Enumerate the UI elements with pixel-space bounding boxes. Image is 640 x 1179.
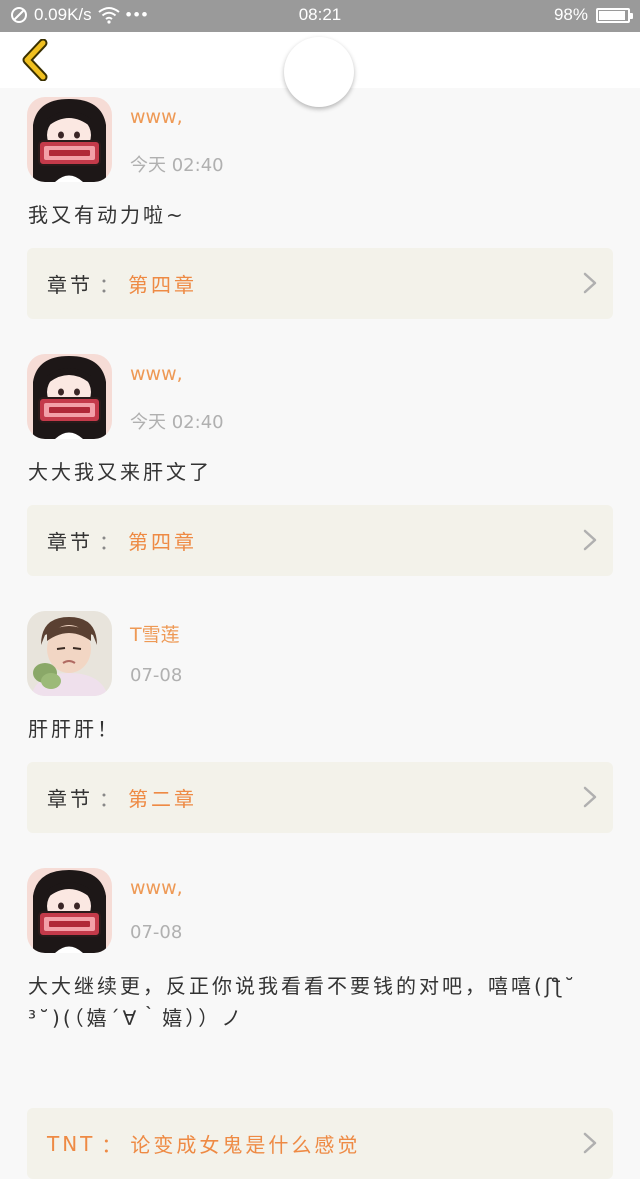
battery-icon bbox=[596, 7, 633, 23]
chapter-separator: ： bbox=[101, 1133, 125, 1157]
comment-time: 今天 02:40 bbox=[130, 412, 224, 433]
comment-item: www, 今天 02:40 大大我又来肝文了 章节 ： 第四章 bbox=[0, 345, 640, 602]
back-button[interactable] bbox=[14, 38, 54, 82]
chevron-right-icon bbox=[583, 1132, 597, 1154]
floating-circle-button[interactable] bbox=[284, 37, 354, 107]
chevron-right-icon bbox=[583, 786, 597, 808]
comment-text: 大大继续更，反正你说我看看不要钱的对吧，嘻嘻(ʃƪ˘ ³˘)(（嬉´∀｀嬉））ノ bbox=[28, 974, 578, 1030]
chapter-name: 第二章 bbox=[128, 787, 197, 811]
user-name[interactable]: T雪莲 bbox=[130, 620, 180, 647]
chapter-separator: ： bbox=[99, 530, 122, 554]
avatar[interactable] bbox=[27, 611, 112, 696]
comment-time: 今天 02:40 bbox=[130, 155, 224, 176]
avatar[interactable] bbox=[27, 868, 112, 953]
chapter-name: 论变成女鬼是什么感觉 bbox=[130, 1133, 361, 1157]
chapter-label: TNT bbox=[47, 1131, 96, 1156]
chapter-link[interactable]: TNT ： 论变成女鬼是什么感觉 bbox=[27, 1108, 613, 1179]
comment-item: T雪莲 07-08 肝肝肝！ 章节 ： 第二章 bbox=[0, 602, 640, 859]
chapter-label: 章节 bbox=[47, 787, 93, 811]
chapter-separator: ： bbox=[99, 787, 122, 811]
comment-time: 07-08 bbox=[130, 922, 183, 943]
comment-time: 07-08 bbox=[130, 665, 183, 686]
comment-item: www, 07-08 大大继续更，反正你说我看看不要钱的对吧，嘻嘻(ʃƪ˘ ³˘… bbox=[0, 859, 640, 1179]
battery-level bbox=[599, 10, 625, 20]
status-clock: 08:21 bbox=[298, 5, 342, 24]
battery-percent: 98% bbox=[553, 5, 588, 24]
avatar[interactable] bbox=[27, 354, 112, 439]
chapter-name: 第四章 bbox=[128, 530, 197, 554]
comment-text: 大大我又来肝文了 bbox=[28, 460, 212, 484]
nav-bar bbox=[0, 32, 640, 107]
user-name[interactable]: www, bbox=[130, 363, 183, 385]
chevron-left-icon bbox=[22, 39, 48, 81]
chapter-label: 章节 bbox=[47, 273, 93, 297]
comment-text: 我又有动力啦~ bbox=[28, 203, 186, 227]
chapter-link[interactable]: 章节 ： 第四章 bbox=[27, 505, 613, 576]
user-name[interactable]: www, bbox=[130, 106, 183, 128]
chevron-right-icon bbox=[583, 529, 597, 551]
comment-item: www, 今天 02:40 我又有动力啦~ 章节 ： 第四章 bbox=[0, 88, 640, 345]
user-name[interactable]: www, bbox=[130, 877, 183, 899]
comment-list: www, 今天 02:40 我又有动力啦~ 章节 ： 第四章 www, 今天 0… bbox=[0, 88, 640, 1179]
chapter-label: 章节 bbox=[47, 530, 93, 554]
avatar[interactable] bbox=[27, 97, 112, 182]
status-bar: 0.09K/s ••• 08:21 98% bbox=[0, 0, 640, 32]
chapter-link[interactable]: 章节 ： 第二章 bbox=[27, 762, 613, 833]
chapter-link[interactable]: 章节 ： 第四章 bbox=[27, 248, 613, 319]
chapter-name: 第四章 bbox=[128, 273, 197, 297]
chapter-separator: ： bbox=[99, 273, 122, 297]
comment-text: 肝肝肝！ bbox=[28, 717, 120, 741]
chevron-right-icon bbox=[583, 272, 597, 294]
